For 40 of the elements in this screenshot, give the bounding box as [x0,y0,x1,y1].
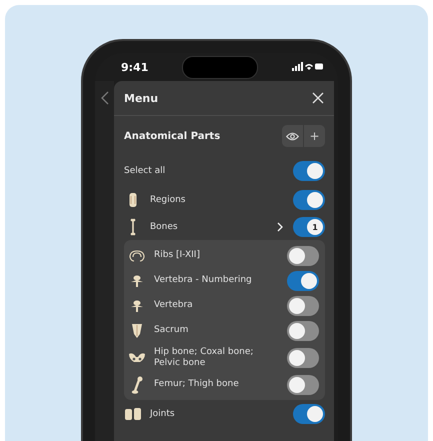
eye-icon [286,132,299,140]
toggle-switch[interactable] [287,320,319,340]
row-label: Select all [124,166,166,176]
sacrum-icon [131,322,143,338]
row-label: Joints [150,408,176,420]
row-label: Vertebra [154,300,194,311]
section-title: Anatomical Parts [124,130,220,142]
count-badge: 1 [307,219,323,235]
body-region-icon [128,192,138,208]
close-icon[interactable] [312,92,324,104]
toggle-switch[interactable] [287,270,319,290]
bone-icon [130,218,136,236]
toggle-switch[interactable]: 1 [293,217,325,237]
chevron-right-icon[interactable] [277,222,283,232]
add-button[interactable]: + [304,125,325,147]
toggle-switch[interactable] [293,161,325,181]
row-label: Hip bone; Coxal bone; Pelvic bone [154,346,254,368]
row-label: Ribs [I-XII] [154,250,201,261]
toggle-switch[interactable] [287,374,319,394]
row-label: Vertebra - Numbering [154,275,253,286]
status-time: 9:41 [121,60,148,74]
status-icons [292,62,324,72]
back-icon[interactable] [100,91,108,105]
vertebra-icon [130,298,144,312]
toggle-switch[interactable] [287,246,319,266]
menu-title: Menu [124,92,158,104]
toggle-switch[interactable] [287,348,319,368]
row-label: Sacrum [154,325,190,336]
visibility-button[interactable] [282,125,303,147]
toggle-switch[interactable] [293,190,325,210]
joint-icon [124,407,142,421]
row-label: Regions [150,194,186,206]
toggle-switch[interactable] [287,296,319,316]
pelvis-icon [128,352,146,364]
ribcage-icon [128,248,146,262]
femur-icon [131,376,143,394]
vertebra-icon [130,274,144,288]
row-label: Femur; Thigh bone [154,379,240,390]
row-label: Bones [150,222,179,232]
toggle-switch[interactable] [293,404,325,424]
